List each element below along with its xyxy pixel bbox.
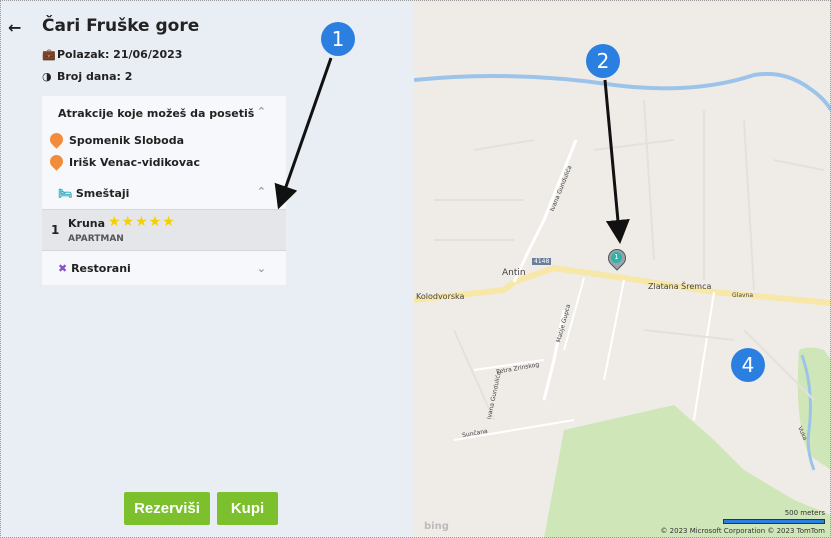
screenshot-frame	[0, 0, 831, 538]
